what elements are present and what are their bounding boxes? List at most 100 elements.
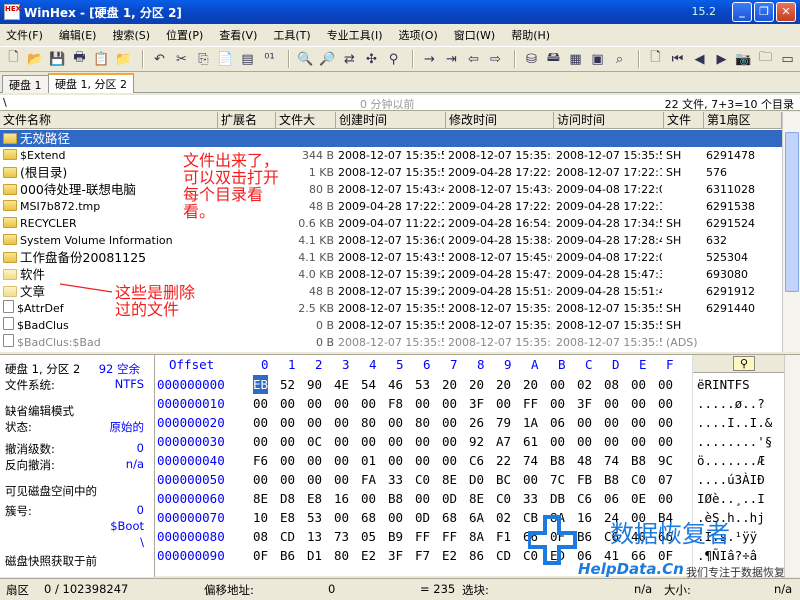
- goto-sector-icon[interactable]: ⇥: [442, 49, 461, 69]
- hex-byte[interactable]: 80: [334, 546, 349, 565]
- hex-byte[interactable]: F6: [253, 451, 268, 470]
- find-next-icon[interactable]: ⚲: [384, 49, 403, 69]
- menu-item-6[interactable]: 专业工具(I): [327, 27, 383, 43]
- hex-byte[interactable]: 0D: [442, 489, 457, 508]
- hex-byte[interactable]: D1: [307, 546, 322, 565]
- hex-byte[interactable]: 00: [280, 451, 295, 470]
- hex-byte[interactable]: 20: [442, 375, 457, 394]
- hex-byte[interactable]: 79: [496, 413, 511, 432]
- hex-byte[interactable]: 00: [307, 470, 322, 489]
- file-row[interactable]: $Extend 344 B 2008-12-07 15:35:58 2008-12-0…: [0, 147, 782, 164]
- hex-byte[interactable]: 02: [577, 375, 592, 394]
- hex-byte[interactable]: 13: [307, 527, 322, 546]
- hex-byte[interactable]: A7: [496, 432, 511, 451]
- hex-byte[interactable]: 0E: [631, 489, 646, 508]
- hex-byte[interactable]: 00: [523, 470, 538, 489]
- hex-byte[interactable]: 00: [280, 394, 295, 413]
- file-list-scrollbar[interactable]: [782, 112, 800, 352]
- hex-byte[interactable]: 00: [253, 413, 268, 432]
- hex-byte[interactable]: 00: [442, 413, 457, 432]
- hex-byte[interactable]: 00: [361, 489, 376, 508]
- minimize-button[interactable]: _: [732, 2, 752, 22]
- hex-byte[interactable]: 00: [577, 432, 592, 451]
- hex-byte[interactable]: FF: [523, 394, 538, 413]
- hex-byte[interactable]: FF: [442, 527, 457, 546]
- hex-byte[interactable]: 00: [307, 394, 322, 413]
- hex-byte[interactable]: 00: [388, 413, 403, 432]
- hex-byte[interactable]: 16: [577, 508, 592, 527]
- hex-byte[interactable]: 8E: [469, 489, 484, 508]
- hex-byte[interactable]: 00: [415, 432, 430, 451]
- binary-icon[interactable]: ⁰¹: [260, 49, 279, 69]
- hex-byte[interactable]: 16: [334, 489, 349, 508]
- hex-byte[interactable]: 00: [550, 432, 565, 451]
- hex-byte[interactable]: 00: [658, 394, 673, 413]
- hex-byte[interactable]: D8: [280, 489, 295, 508]
- hex-byte[interactable]: 68: [361, 508, 376, 527]
- open-file-icon[interactable]: 📂: [26, 49, 45, 69]
- hex-byte[interactable]: 00: [658, 413, 673, 432]
- column-header-3[interactable]: 创建时间: [336, 112, 446, 129]
- hex-byte[interactable]: 7C: [550, 470, 565, 489]
- hex-byte[interactable]: 00: [253, 432, 268, 451]
- properties-icon[interactable]: 📋: [92, 49, 111, 69]
- column-header-5[interactable]: 访问时间: [554, 112, 664, 129]
- hex-byte[interactable]: 01: [361, 451, 376, 470]
- hex-byte[interactable]: E2: [442, 546, 457, 565]
- menu-item-8[interactable]: 窗口(W): [454, 27, 495, 43]
- file-row[interactable]: 无效路径: [0, 130, 782, 147]
- column-header-1[interactable]: 扩展名: [218, 112, 276, 129]
- file-row[interactable]: 工作盘备份20081125 4.1 KB 2008-12-07 15:43:53 20…: [0, 249, 782, 266]
- hex-byte[interactable]: 00: [388, 451, 403, 470]
- replace-hex-icon[interactable]: ✣: [362, 49, 381, 69]
- hex-byte[interactable]: 48: [577, 451, 592, 470]
- search-icon[interactable]: ⌕: [610, 49, 629, 69]
- hex-byte[interactable]: 00: [388, 432, 403, 451]
- hex-byte[interactable]: 53: [415, 375, 430, 394]
- hex-byte[interactable]: E8: [307, 489, 322, 508]
- hex-byte[interactable]: B6: [577, 527, 592, 546]
- hex-byte[interactable]: 54: [361, 375, 376, 394]
- tab-disk-1[interactable]: 硬盘 1: [2, 75, 49, 93]
- hex-byte[interactable]: 90: [307, 375, 322, 394]
- open-disk-icon[interactable]: 🖴: [544, 49, 563, 69]
- hex-byte[interactable]: 00: [388, 508, 403, 527]
- file-row[interactable]: RECYCLER 0.6 KB 2009-04-07 11:22:28 2009-04…: [0, 215, 782, 232]
- hex-byte[interactable]: 08: [604, 375, 619, 394]
- hex-byte[interactable]: 02: [496, 508, 511, 527]
- hex-byte[interactable]: 00: [334, 394, 349, 413]
- hex-byte[interactable]: 06: [604, 489, 619, 508]
- hex-byte[interactable]: B8: [604, 470, 619, 489]
- directory-browser-icon[interactable]: 🗀: [756, 49, 775, 69]
- cut-icon[interactable]: ✂: [172, 49, 191, 69]
- hex-byte[interactable]: 00: [658, 489, 673, 508]
- paste-special-icon[interactable]: ▤: [238, 49, 257, 69]
- hex-byte[interactable]: 00: [442, 451, 457, 470]
- hex-byte[interactable]: C0: [415, 470, 430, 489]
- hex-byte[interactable]: 00: [307, 451, 322, 470]
- hex-byte[interactable]: 61: [523, 432, 538, 451]
- column-header-2[interactable]: 文件大: [276, 112, 336, 129]
- hex-byte[interactable]: FB: [577, 470, 592, 489]
- hex-byte[interactable]: 0D: [415, 508, 430, 527]
- hex-byte[interactable]: 00: [307, 413, 322, 432]
- hex-byte[interactable]: 00: [604, 432, 619, 451]
- goto-offset-icon[interactable]: →: [420, 49, 439, 69]
- file-row[interactable]: MSI7b872.tmp 48 B 2009-04-28 17:22:13 2009-…: [0, 198, 782, 215]
- new-window-icon[interactable]: 🗋: [646, 49, 665, 69]
- hex-byte[interactable]: 74: [604, 451, 619, 470]
- hex-byte[interactable]: 00: [577, 413, 592, 432]
- hex-byte[interactable]: 00: [604, 413, 619, 432]
- hex-byte[interactable]: 1A: [523, 413, 538, 432]
- hex-byte[interactable]: FA: [361, 470, 376, 489]
- hex-byte[interactable]: 00: [631, 432, 646, 451]
- hex-byte[interactable]: F8: [388, 394, 403, 413]
- hex-byte[interactable]: C0: [496, 489, 511, 508]
- hex-byte[interactable]: 00: [334, 451, 349, 470]
- hex-byte[interactable]: 52: [280, 375, 295, 394]
- hex-byte[interactable]: 22: [496, 451, 511, 470]
- hex-byte[interactable]: 07: [658, 470, 673, 489]
- winhex-app-icon[interactable]: HEX: [4, 4, 21, 20]
- hex-byte[interactable]: 00: [334, 470, 349, 489]
- hex-byte[interactable]: B8: [631, 451, 646, 470]
